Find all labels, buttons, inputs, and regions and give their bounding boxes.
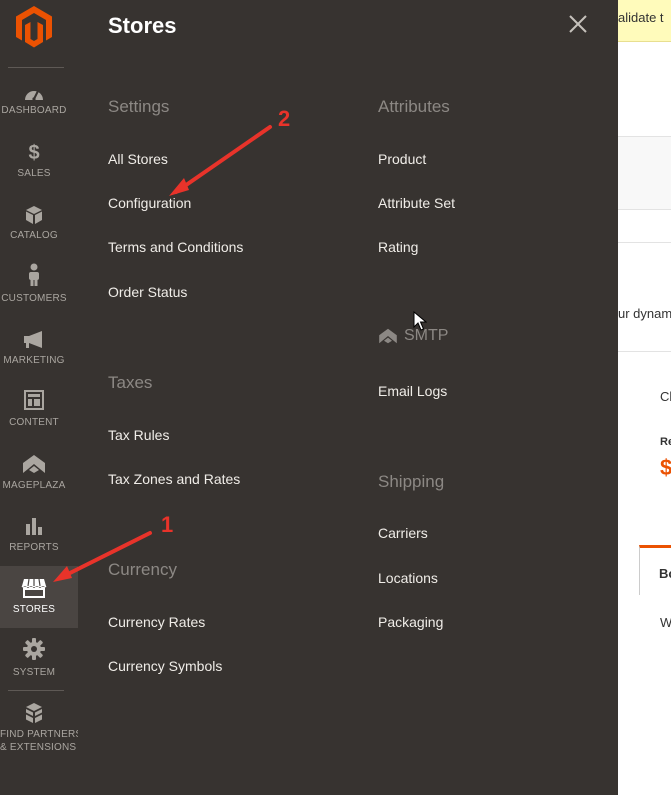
menu-link-tax-rules[interactable]: Tax Rules [108, 427, 169, 443]
gear-icon [0, 638, 68, 660]
menu-link-currency-symbols[interactable]: Currency Symbols [108, 658, 222, 674]
sidebar-item-label: SYSTEM [12, 667, 56, 678]
sidebar-item-label: CUSTOMERS [1, 293, 67, 304]
sidebar-item-label: DASHBOARD [1, 105, 67, 116]
dynamic-text: ur dynam [618, 306, 671, 321]
sidebar-item-label: MARKETING [3, 355, 65, 366]
sidebar-item-stores[interactable]: STORES [0, 566, 78, 628]
mouse-cursor-icon [413, 311, 427, 331]
person-icon [0, 263, 68, 287]
menu-link-tax-zones-and-rates[interactable]: Tax Zones and Rates [108, 471, 240, 487]
magento-logo-icon[interactable] [14, 4, 54, 49]
dollar-icon: $ [28, 142, 40, 164]
sidebar-item-label: FIND PARTNERS [0, 729, 83, 740]
storefront-icon [0, 578, 68, 598]
layout-icon [0, 390, 68, 410]
menu-link-currency-rates[interactable]: Currency Rates [108, 614, 205, 630]
sidebar-item-find-partners[interactable]: FIND PARTNERS & EXTENSIONS [0, 702, 83, 762]
sidebar-item-label: CONTENT [9, 417, 59, 428]
sidebar-item-dashboard[interactable]: DASHBOARD [0, 80, 78, 142]
section-heading-attributes: Attributes [378, 97, 450, 116]
menu-link-order-status[interactable]: Order Status [108, 284, 187, 300]
sidebar-item-label: CATALOG [10, 230, 58, 241]
mageplaza-icon [379, 328, 397, 344]
section-heading-taxes: Taxes [108, 373, 153, 392]
menu-link-locations[interactable]: Locations [378, 570, 438, 586]
menu-link-carriers[interactable]: Carriers [378, 525, 428, 541]
notice-text: alidate t [618, 10, 664, 25]
text-fragment-c: Cl [660, 389, 671, 404]
sidebar-item-content[interactable]: CONTENT [0, 390, 78, 452]
section-heading-currency: Currency [108, 560, 177, 579]
menu-link-packaging[interactable]: Packaging [378, 614, 443, 630]
page-header-band [618, 136, 671, 210]
mageplaza-icon [0, 454, 68, 474]
dashboard-icon [0, 85, 68, 101]
divider [618, 242, 671, 243]
menu-link-product[interactable]: Product [378, 151, 426, 167]
close-icon[interactable] [567, 13, 589, 35]
panel-title: Stores [108, 13, 177, 38]
cube-icon [0, 205, 68, 225]
sidebar-item-label: MAGEPLAZA [2, 480, 66, 491]
sidebar-item-mageplaza[interactable]: MAGEPLAZA [0, 452, 78, 514]
megaphone-icon [0, 331, 68, 349]
section-heading-settings: Settings [108, 97, 170, 116]
sidebar-item-label: REPORTS [9, 542, 59, 553]
sidebar-item-label: SALES [17, 168, 51, 179]
sidebar-item-label: & EXTENSIONS [0, 742, 77, 753]
sidebar-item-marketing[interactable]: MARKETING [0, 328, 78, 390]
text-fragment-dollar: $ [660, 455, 671, 480]
stores-flyout-menu: Stores Settings All Stores Configuration… [78, 0, 618, 795]
menu-link-attribute-set[interactable]: Attribute Set [378, 195, 455, 211]
sidebar-item-customers[interactable]: CUSTOMERS [0, 263, 78, 328]
sidebar-item-sales[interactable]: $ SALES [0, 142, 78, 204]
admin-sidebar: DASHBOARD $ SALES CATALOG CUSTOMERS MARK… [0, 0, 83, 795]
sidebar-item-label: STORES [12, 604, 56, 615]
menu-link-all-stores[interactable]: All Stores [108, 151, 168, 167]
tab-label: Bo [659, 566, 671, 581]
text-fragment-r: Re [660, 436, 671, 448]
sidebar-divider [8, 690, 64, 691]
text-fragment-w: W [660, 615, 671, 630]
bar-chart-icon [0, 516, 68, 536]
tab[interactable]: Bo [639, 545, 671, 595]
annotation-step-1: 1 [161, 512, 174, 537]
background-page: alidate t ur dynam Cl Re $ Bo W [618, 0, 671, 795]
menu-link-email-logs[interactable]: Email Logs [378, 383, 447, 399]
menu-link-terms-and-conditions[interactable]: Terms and Conditions [108, 239, 243, 255]
menu-link-configuration[interactable]: Configuration [108, 195, 191, 211]
notice-bar: alidate t [618, 0, 671, 42]
menu-link-rating[interactable]: Rating [378, 239, 418, 255]
sidebar-divider [8, 67, 64, 68]
sidebar-item-catalog[interactable]: CATALOG [0, 204, 78, 266]
blocks-icon [0, 702, 68, 724]
annotation-step-2: 2 [278, 106, 291, 131]
section-heading-shipping: Shipping [378, 472, 445, 491]
divider [618, 351, 671, 352]
